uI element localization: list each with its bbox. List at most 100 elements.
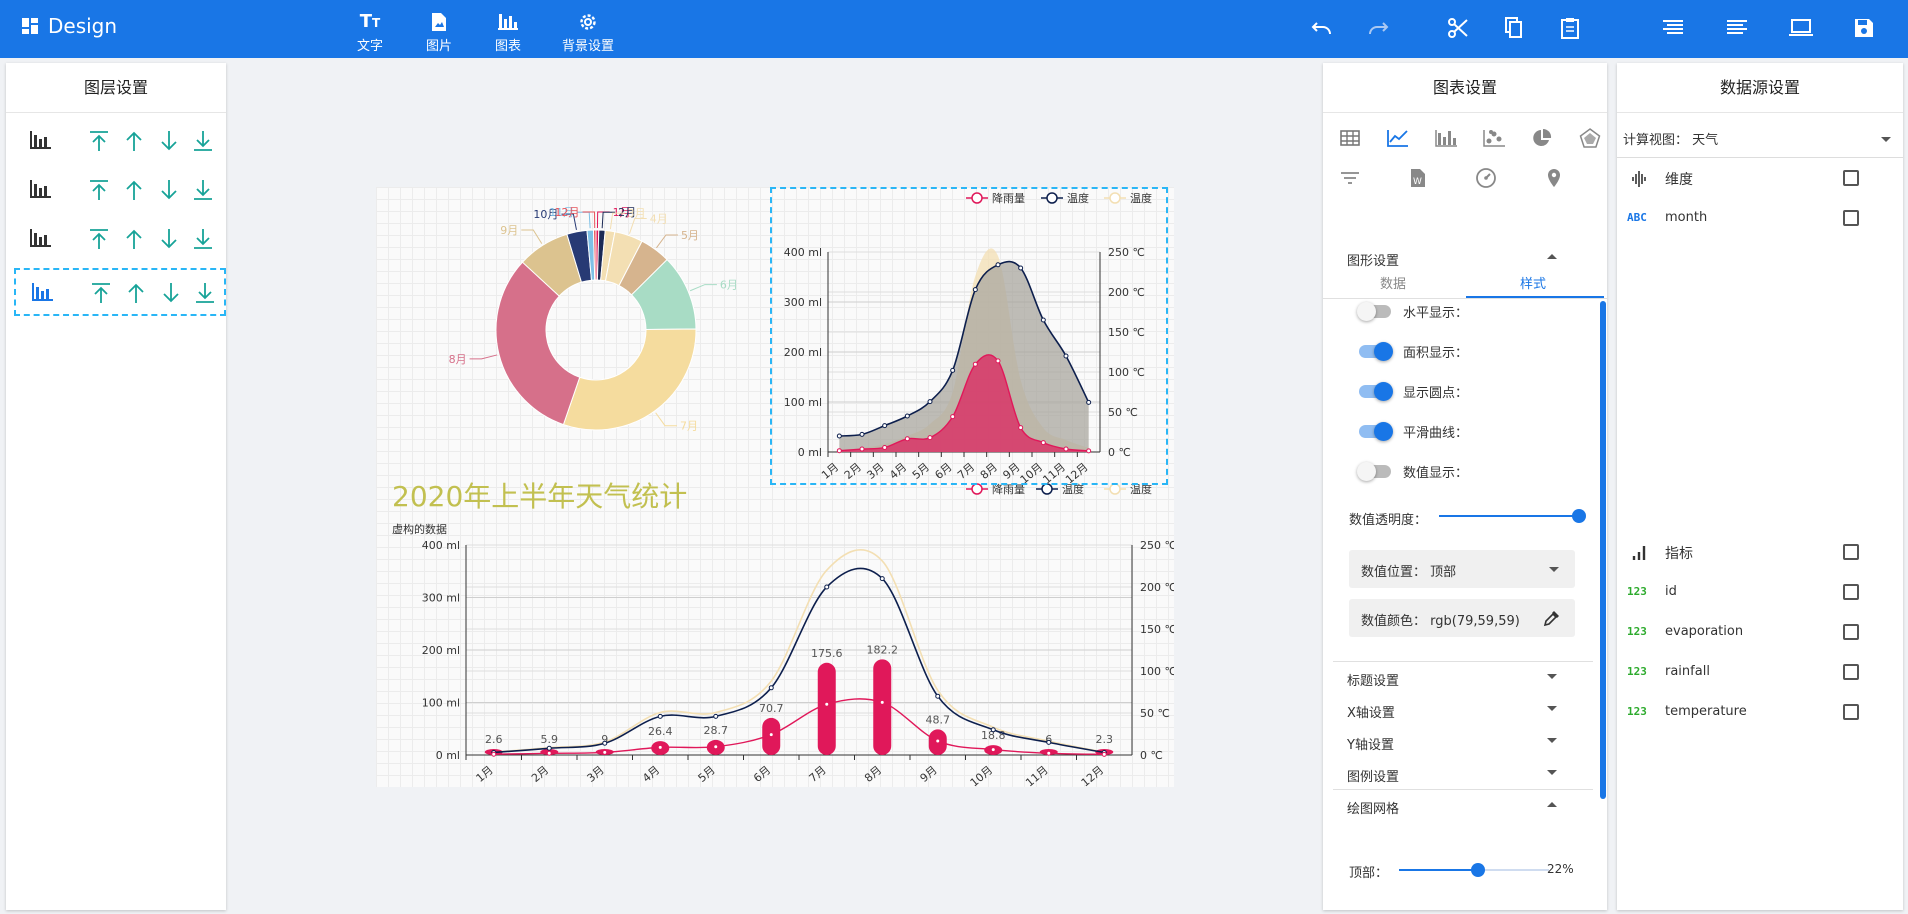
eyedropper-icon[interactable] (1543, 609, 1561, 631)
number-type-icon: 123 (1627, 665, 1647, 678)
top-margin-slider-fill (1399, 869, 1479, 871)
measure-item[interactable]: 123 id (1627, 581, 1859, 605)
paste-icon[interactable] (1557, 15, 1583, 41)
move-down-icon[interactable] (161, 282, 181, 304)
selection-box[interactable] (770, 187, 1168, 485)
donut-label-line (656, 234, 678, 249)
align-left-icon[interactable] (1660, 15, 1686, 41)
grid-settings-header[interactable]: 绘图网格 (1335, 795, 1565, 817)
toolbar-chart-button[interactable]: 图表 (495, 12, 521, 54)
value-position-select[interactable]: 数值位置： 顶部 (1349, 550, 1575, 588)
wordcloud-icon[interactable]: W (1403, 163, 1433, 193)
donut-label: 9月 (500, 224, 518, 237)
layer-row[interactable] (14, 216, 226, 264)
title-settings-header[interactable]: 标题设置 (1335, 667, 1565, 689)
move-up-icon[interactable] (124, 130, 144, 152)
map-pin-icon[interactable] (1539, 163, 1569, 193)
opacity-slider-track[interactable] (1439, 515, 1579, 517)
toolbar-text-button[interactable]: TT 文字 (357, 12, 383, 55)
field-checkbox[interactable] (1843, 210, 1859, 226)
gauge-icon[interactable] (1471, 163, 1501, 193)
undo-icon[interactable] (1309, 15, 1335, 41)
bar (873, 659, 892, 755)
rain-point (824, 701, 830, 707)
layer-row[interactable] (14, 118, 226, 166)
move-to-top-icon[interactable] (88, 179, 110, 201)
move-to-bottom-icon[interactable] (192, 179, 214, 201)
redo-icon[interactable] (1365, 15, 1391, 41)
layer-row[interactable] (14, 268, 226, 316)
brand[interactable]: Design (22, 14, 117, 38)
move-to-top-icon[interactable] (88, 130, 110, 152)
move-up-icon[interactable] (126, 282, 146, 304)
opacity-slider-handle[interactable] (1572, 509, 1586, 523)
toggle-switch[interactable] (1359, 342, 1393, 361)
x-tick-label: 5月 (696, 763, 718, 785)
table-chart-icon[interactable] (1335, 123, 1365, 153)
value-color-field[interactable]: 数值颜色： rgb(79,59,59) (1349, 599, 1575, 637)
canvas-title[interactable]: 2020年上半年天气统计 (392, 475, 687, 515)
top-margin-slider-handle[interactable] (1471, 863, 1486, 877)
radar-chart-icon[interactable] (1575, 123, 1605, 153)
move-to-bottom-icon[interactable] (192, 228, 214, 250)
donut-slice (562, 328, 697, 431)
dashboard-icon (22, 18, 38, 34)
settings-scrollbar[interactable] (1600, 301, 1606, 799)
move-to-bottom-icon[interactable] (194, 282, 216, 304)
top-margin-value: 22% (1547, 862, 1574, 876)
move-to-bottom-icon[interactable] (192, 130, 214, 152)
measure-item[interactable]: 123 rainfall (1627, 661, 1859, 685)
move-down-icon[interactable] (159, 228, 179, 250)
gear-icon (562, 12, 614, 32)
tab-data[interactable]: 数据 (1323, 270, 1463, 300)
value-color-label: 数值颜色： rgb(79,59,59) (1361, 614, 1520, 629)
shape-settings-header[interactable]: 图形设置 (1335, 247, 1565, 269)
move-up-icon[interactable] (124, 228, 144, 250)
donut-label: 8月 (449, 353, 467, 366)
bar-chart-icon[interactable] (1431, 123, 1461, 153)
design-canvas[interactable]: 1月 2月 3月 4月 5月 6月 7月 8月 9月 10月 11月 12月 0 ml 100 ml 200… (376, 187, 1174, 787)
measure-item[interactable]: 123 temperature (1627, 701, 1859, 725)
pie-chart-icon[interactable] (1527, 123, 1557, 153)
field-checkbox[interactable] (1843, 624, 1859, 640)
toggle-switch[interactable] (1359, 382, 1393, 401)
scatter-chart-icon[interactable] (1479, 123, 1509, 153)
measure-item[interactable]: 123 evaporation (1627, 621, 1859, 645)
field-checkbox[interactable] (1843, 704, 1859, 720)
bar-value-label: 5.9 (541, 733, 559, 746)
toggle-switch[interactable] (1359, 422, 1393, 441)
chart-2: 0 ml 100 ml 200 ml 300 ml 400 ml 0 ℃ 50 ℃ 100 ℃… (422, 539, 1174, 787)
legend-settings-header[interactable]: 图例设置 (1335, 763, 1565, 785)
divider (1617, 157, 1903, 158)
filter-icon[interactable] (1335, 163, 1365, 193)
toggle-switch[interactable] (1357, 462, 1391, 481)
field-checkbox[interactable] (1843, 664, 1859, 680)
yaxis-settings-header[interactable]: Y轴设置 (1335, 731, 1565, 753)
move-up-icon[interactable] (124, 179, 144, 201)
move-to-top-icon[interactable] (90, 282, 112, 304)
chevron-down-icon[interactable] (1881, 137, 1891, 142)
measure-checkbox[interactable] (1843, 544, 1859, 560)
cut-icon[interactable] (1445, 15, 1471, 41)
view-select[interactable]: 计算视图： 天气 (1623, 129, 1718, 148)
layer-row[interactable] (14, 167, 226, 215)
dimension-checkbox[interactable] (1843, 170, 1859, 186)
bar-value-label: 2.6 (485, 733, 503, 746)
toolbar-image-button[interactable]: 图片 (426, 12, 452, 54)
preview-icon[interactable] (1788, 15, 1814, 41)
save-icon[interactable] (1851, 15, 1877, 41)
move-down-icon[interactable] (159, 130, 179, 152)
toolbar-background-button[interactable]: 背景设置 (562, 12, 614, 54)
dimension-item[interactable]: ABC month (1627, 207, 1859, 231)
copy-icon[interactable] (1501, 15, 1527, 41)
align-right-icon[interactable] (1724, 15, 1750, 41)
move-to-top-icon[interactable] (88, 228, 110, 250)
move-down-icon[interactable] (159, 179, 179, 201)
rain-point (1046, 750, 1052, 756)
line-chart-icon[interactable] (1383, 123, 1413, 153)
field-name: rainfall (1665, 664, 1710, 679)
xaxis-settings-header[interactable]: X轴设置 (1335, 699, 1565, 721)
layer-panel: 图层设置 (6, 63, 226, 910)
field-checkbox[interactable] (1843, 584, 1859, 600)
toggle-switch[interactable] (1357, 302, 1391, 321)
